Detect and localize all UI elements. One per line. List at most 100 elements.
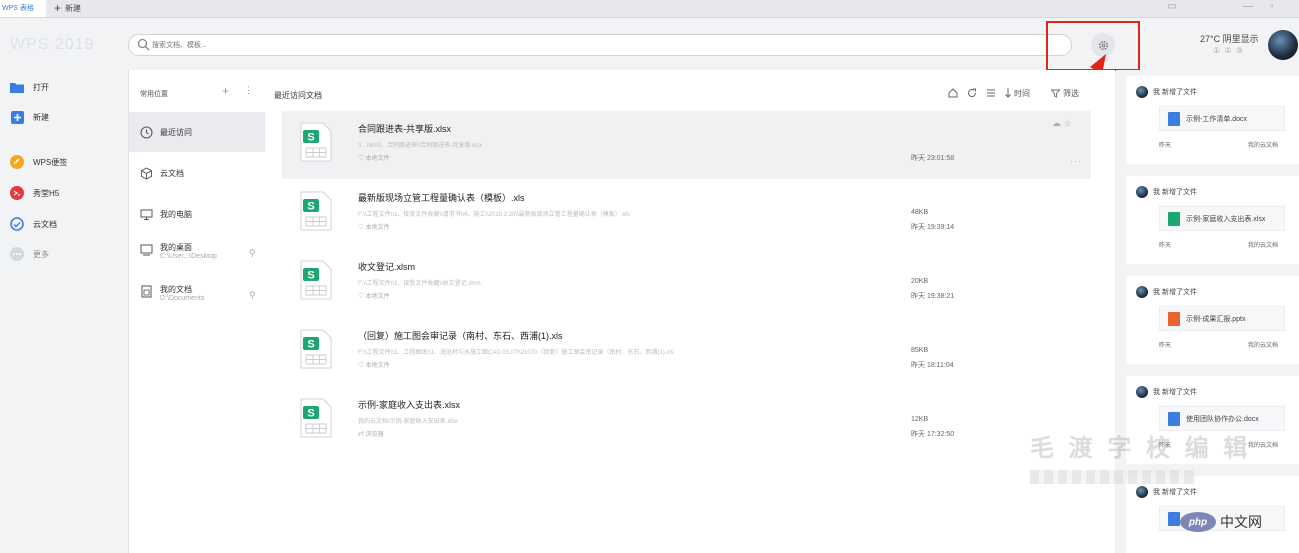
activity-header: 我 新增了文件 xyxy=(1136,186,1197,198)
file-size: 12KB xyxy=(911,416,929,423)
nav-h5[interactable]: 秀堂H5 xyxy=(10,184,59,202)
refresh-icon[interactable] xyxy=(967,88,977,98)
avatar xyxy=(1136,186,1148,198)
activity-file[interactable]: 示例-成果汇报.pptx xyxy=(1159,306,1285,331)
home-icon[interactable] xyxy=(948,88,958,98)
places-more-icon[interactable]: ⋮ xyxy=(244,85,253,96)
file-location: ♡ 本地文件 xyxy=(358,225,390,231)
tab-wps-spreadsheet[interactable]: WPS 表格 xyxy=(0,0,46,17)
nav-open[interactable]: 打开 xyxy=(10,78,49,96)
activity-card: 我 新增了文件 示例-成果汇报.pptx 昨天 我的云文档 xyxy=(1126,276,1299,364)
pin-icon[interactable]: ⚲ xyxy=(249,248,256,259)
activity-card: 我 新增了文件 示例-工作清单.docx 昨天 我的云文档 xyxy=(1126,76,1299,164)
nav-cloud-docs[interactable]: 云文档 xyxy=(10,215,57,233)
file-location-label: 浏览器 xyxy=(365,432,384,438)
avatar[interactable] xyxy=(1268,30,1298,60)
place-cloud[interactable]: 云文档 xyxy=(129,162,265,184)
add-place-icon[interactable]: + xyxy=(222,84,229,98)
php-logo: php 中文网 xyxy=(1180,512,1262,532)
activity-card: 我 新增了文件 示例-家庭收入支出表.xlsx 昨天 我的云文档 xyxy=(1126,176,1299,264)
file-path: F:\\工程文件\\1、工程图纸\\1、海沧村与水施工图CAD 03.07\\2… xyxy=(358,350,674,356)
cloud-upload-icon[interactable]: ☁ ☆ xyxy=(1052,118,1072,129)
activity-file[interactable]: 示例-家庭收入支出表.xlsx xyxy=(1159,206,1285,231)
avatar xyxy=(1136,86,1148,98)
activity-file[interactable]: 示例-工作清单.docx xyxy=(1159,106,1285,131)
activity-text: 我 新增了文件 xyxy=(1153,289,1197,296)
nav-more-label: 更多 xyxy=(33,249,49,259)
activity-header: 我 新增了文件 xyxy=(1136,386,1197,398)
pin-icon[interactable]: ⚲ xyxy=(249,290,256,301)
place-documents[interactable]: 我的文档 D:\Documents xyxy=(129,284,265,314)
svg-text:S: S xyxy=(307,270,314,282)
excel-file-icon: S xyxy=(300,191,332,231)
activity-where[interactable]: 我的云文档 xyxy=(1248,240,1278,249)
activity-file-name: 示例-成果汇报.pptx xyxy=(1186,315,1246,323)
list-view-icon[interactable] xyxy=(986,88,996,98)
page-title: 最近访问文档 xyxy=(274,91,322,100)
activity-when: 昨天 xyxy=(1159,143,1172,149)
svg-text:S: S xyxy=(307,201,314,213)
sort-arrow-icon xyxy=(1005,88,1011,98)
weather-info: 27°C 阴里显示 xyxy=(1200,34,1259,44)
activity-when: 昨天 xyxy=(1159,343,1172,349)
activity-text: 我 新增了文件 xyxy=(1153,489,1197,496)
nav-new[interactable]: 新建 xyxy=(10,108,49,126)
file-location-label: 本地文件 xyxy=(365,294,390,300)
nav-wps-note-label: WPS便签 xyxy=(33,157,68,167)
activity-file-name: 示例-家庭收入支出表.xlsx xyxy=(1186,215,1266,223)
file-location: ♡ 本地文件 xyxy=(358,294,390,300)
clock-icon xyxy=(139,125,153,139)
brand-logo: WPS 2019 xyxy=(10,36,95,53)
filter-label: 筛选 xyxy=(1063,88,1079,98)
file-name[interactable]: 示例-家庭收入支出表.xlsx xyxy=(358,398,460,411)
php-logo-text: 中文网 xyxy=(1220,514,1262,530)
places-title: 常用位置 xyxy=(140,91,168,98)
folder-icon xyxy=(10,80,24,94)
file-time: 昨天 18:11:04 xyxy=(911,362,954,369)
activity-file-name: 使用团队协作办公.docx xyxy=(1186,415,1259,423)
place-desktop[interactable]: 我的桌面 C:\User...\Desktop xyxy=(129,242,265,272)
activity-text: 我 新增了文件 xyxy=(1153,89,1197,96)
file-name[interactable]: 最新版现场立管工程量确认表（模板）.xls xyxy=(358,191,525,204)
status-icons[interactable]: ① ② ③ xyxy=(1213,46,1244,55)
file-location: ♡ 本地文件 xyxy=(358,363,390,369)
activity-header: 我 新增了文件 xyxy=(1136,86,1197,98)
file-location-label: 本地文件 xyxy=(365,156,390,162)
excel-file-icon: S xyxy=(300,398,332,438)
nav-wps-note[interactable]: WPS便签 xyxy=(10,153,67,171)
window-maximize-icon[interactable]: ▫ xyxy=(1270,1,1274,12)
nav-more[interactable]: 更多 xyxy=(10,245,49,263)
avatar xyxy=(1136,286,1148,298)
file-path: \\...\\le\\3、合同跟进表\\合同跟进表-共享版.xlsx xyxy=(358,143,483,149)
desktop-icon xyxy=(139,242,153,256)
file-time: 昨天 19:38:21 xyxy=(911,293,955,300)
sort-time-button[interactable]: 时间 xyxy=(1005,88,1030,99)
excel-file-icon: S xyxy=(300,260,332,300)
activity-where[interactable]: 我的云文档 xyxy=(1248,140,1278,149)
file-location-label: 本地文件 xyxy=(365,225,390,231)
place-recent[interactable]: 最近访问 xyxy=(129,112,265,152)
file-path: F:\\工程文件\\1、接受文件收藏\\请求书\\4、施工\\2019.2.20… xyxy=(358,212,630,218)
activity-header: 我 新增了文件 xyxy=(1136,486,1197,498)
place-desktop-label: 我的桌面 xyxy=(160,243,192,252)
place-cloud-label: 云文档 xyxy=(160,168,184,178)
svg-text:S: S xyxy=(307,408,314,420)
excel-file-icon xyxy=(1168,211,1180,226)
file-time: 昨天 19:39:14 xyxy=(911,224,955,231)
tab-new[interactable]: + 新建 xyxy=(54,0,81,17)
tab-bar xyxy=(0,0,1299,18)
file-name[interactable]: 收文登记.xlsm xyxy=(358,260,415,273)
activity-where[interactable]: 我的云文档 xyxy=(1248,440,1278,449)
file-name[interactable]: （回复）施工图会审记录（南村、东石、西浦(1).xls xyxy=(358,329,563,342)
file-time: 昨天 17:32:50 xyxy=(911,431,955,438)
search-input[interactable] xyxy=(152,38,552,52)
window-restore-icon[interactable]: ▭ xyxy=(1167,1,1176,12)
place-computer[interactable]: 我的电脑 xyxy=(129,203,265,225)
more-options-icon[interactable]: ··· xyxy=(1070,156,1082,166)
more-icon xyxy=(10,247,24,261)
word-file-icon xyxy=(1168,111,1180,126)
file-name[interactable]: 合同跟进表-共享版.xlsx xyxy=(358,122,451,135)
activity-where[interactable]: 我的云文档 xyxy=(1248,340,1278,349)
filter-button[interactable]: 筛选 xyxy=(1051,88,1079,99)
window-minimize-icon[interactable]: — xyxy=(1243,1,1253,12)
